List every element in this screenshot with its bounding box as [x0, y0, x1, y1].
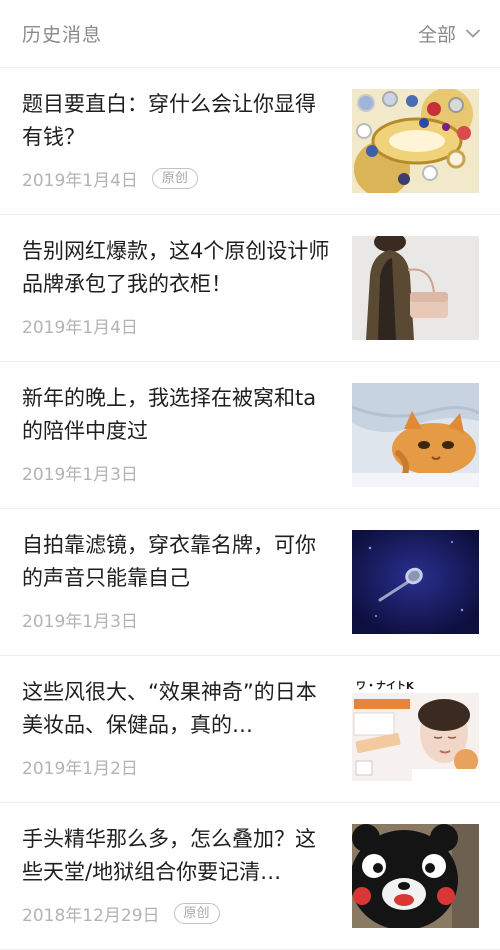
cat-under-blanket-image	[352, 383, 479, 487]
article-meta: 2019年1月2日	[22, 754, 334, 779]
article-title: 自拍靠滤镜，穿衣靠名牌，可你的声音只能靠自己	[22, 533, 316, 590]
article-item[interactable]: 告别网红爆款，这4个原创设计师品牌承包了我的衣柜！ 2019年1月4日	[0, 215, 500, 362]
filter-label: 全部	[417, 24, 456, 46]
article-meta: 2018年12月29日 原创	[22, 901, 334, 926]
original-badge: 原创	[173, 902, 220, 924]
article-list: 题目要直白：穿什么会让你显得有钱？ 2019年1月4日 原创 告别网红爆款，这4…	[0, 68, 500, 950]
article-text: 手头精华那么多，怎么叠加？这些天堂/地狱组合你要记清… 2018年12月29日 …	[22, 823, 334, 926]
original-badge: 原创	[151, 167, 198, 189]
article-title: 新年的晚上，我选择在被窝和ta的陪伴中度过	[22, 386, 317, 443]
article-date: 2019年1月3日	[22, 611, 138, 632]
article-thumbnail	[352, 236, 479, 340]
article-date: 2019年1月3日	[22, 464, 138, 485]
article-meta: 2019年1月4日 原创	[22, 166, 334, 191]
jewelry-watches-image	[352, 89, 479, 193]
filter-dropdown[interactable]: 全部	[418, 20, 480, 47]
article-item[interactable]: 新年的晚上，我选择在被窝和ta的陪伴中度过 2019年1月3日	[0, 362, 500, 509]
article-thumbnail	[352, 530, 479, 634]
article-date: 2019年1月2日	[22, 758, 138, 779]
article-text: 新年的晚上，我选择在被窝和ta的陪伴中度过 2019年1月3日	[22, 382, 334, 485]
article-thumbnail	[352, 383, 479, 487]
article-date: 2019年1月4日	[22, 317, 138, 338]
article-meta: 2019年1月3日	[22, 460, 334, 485]
article-title: 告别网红爆款，这4个原创设计师品牌承包了我的衣柜！	[22, 239, 330, 296]
product-ad-text: ワ・ナイトK	[356, 680, 415, 692]
article-title: 手头精华那么多，怎么叠加？这些天堂/地狱组合你要记清…	[22, 827, 316, 884]
article-title: 这些风很大、“效果神奇”的日本美妆品、保健品，真的…	[22, 680, 317, 737]
article-text: 这些风很大、“效果神奇”的日本美妆品、保健品，真的… 2019年1月2日	[22, 676, 334, 779]
article-item[interactable]: 题目要直白：穿什么会让你显得有钱？ 2019年1月4日 原创	[0, 68, 500, 215]
article-meta: 2019年1月3日	[22, 607, 334, 632]
chevron-down-icon	[466, 29, 480, 38]
article-date: 2019年1月4日	[22, 170, 138, 191]
article-text: 告别网红爆款，这4个原创设计师品牌承包了我的衣柜！ 2019年1月4日	[22, 235, 334, 338]
microphone-image	[352, 530, 479, 634]
article-thumbnail	[352, 89, 479, 193]
article-text: 自拍靠滤镜，穿衣靠名牌，可你的声音只能靠自己 2019年1月3日	[22, 529, 334, 632]
article-date: 2018年12月29日	[22, 905, 160, 926]
page-title: 历史消息	[22, 24, 103, 46]
japanese-product-ad-image: ワ・ナイトK	[352, 677, 479, 781]
article-thumbnail	[352, 824, 479, 928]
kumamon-mascot-image	[352, 824, 479, 928]
article-title: 题目要直白：穿什么会让你显得有钱？	[22, 92, 316, 149]
article-thumbnail: ワ・ナイトK	[352, 677, 479, 781]
article-text: 题目要直白：穿什么会让你显得有钱？ 2019年1月4日 原创	[22, 88, 334, 191]
article-item[interactable]: 这些风很大、“效果神奇”的日本美妆品、保健品，真的… 2019年1月2日 ワ・ナ…	[0, 656, 500, 803]
article-item[interactable]: 手头精华那么多，怎么叠加？这些天堂/地狱组合你要记清… 2018年12月29日 …	[0, 803, 500, 950]
article-meta: 2019年1月4日	[22, 313, 334, 338]
header: 历史消息 全部	[0, 0, 500, 68]
article-item[interactable]: 自拍靠滤镜，穿衣靠名牌，可你的声音只能靠自己 2019年1月3日	[0, 509, 500, 656]
woman-with-handbag-image	[352, 236, 479, 340]
